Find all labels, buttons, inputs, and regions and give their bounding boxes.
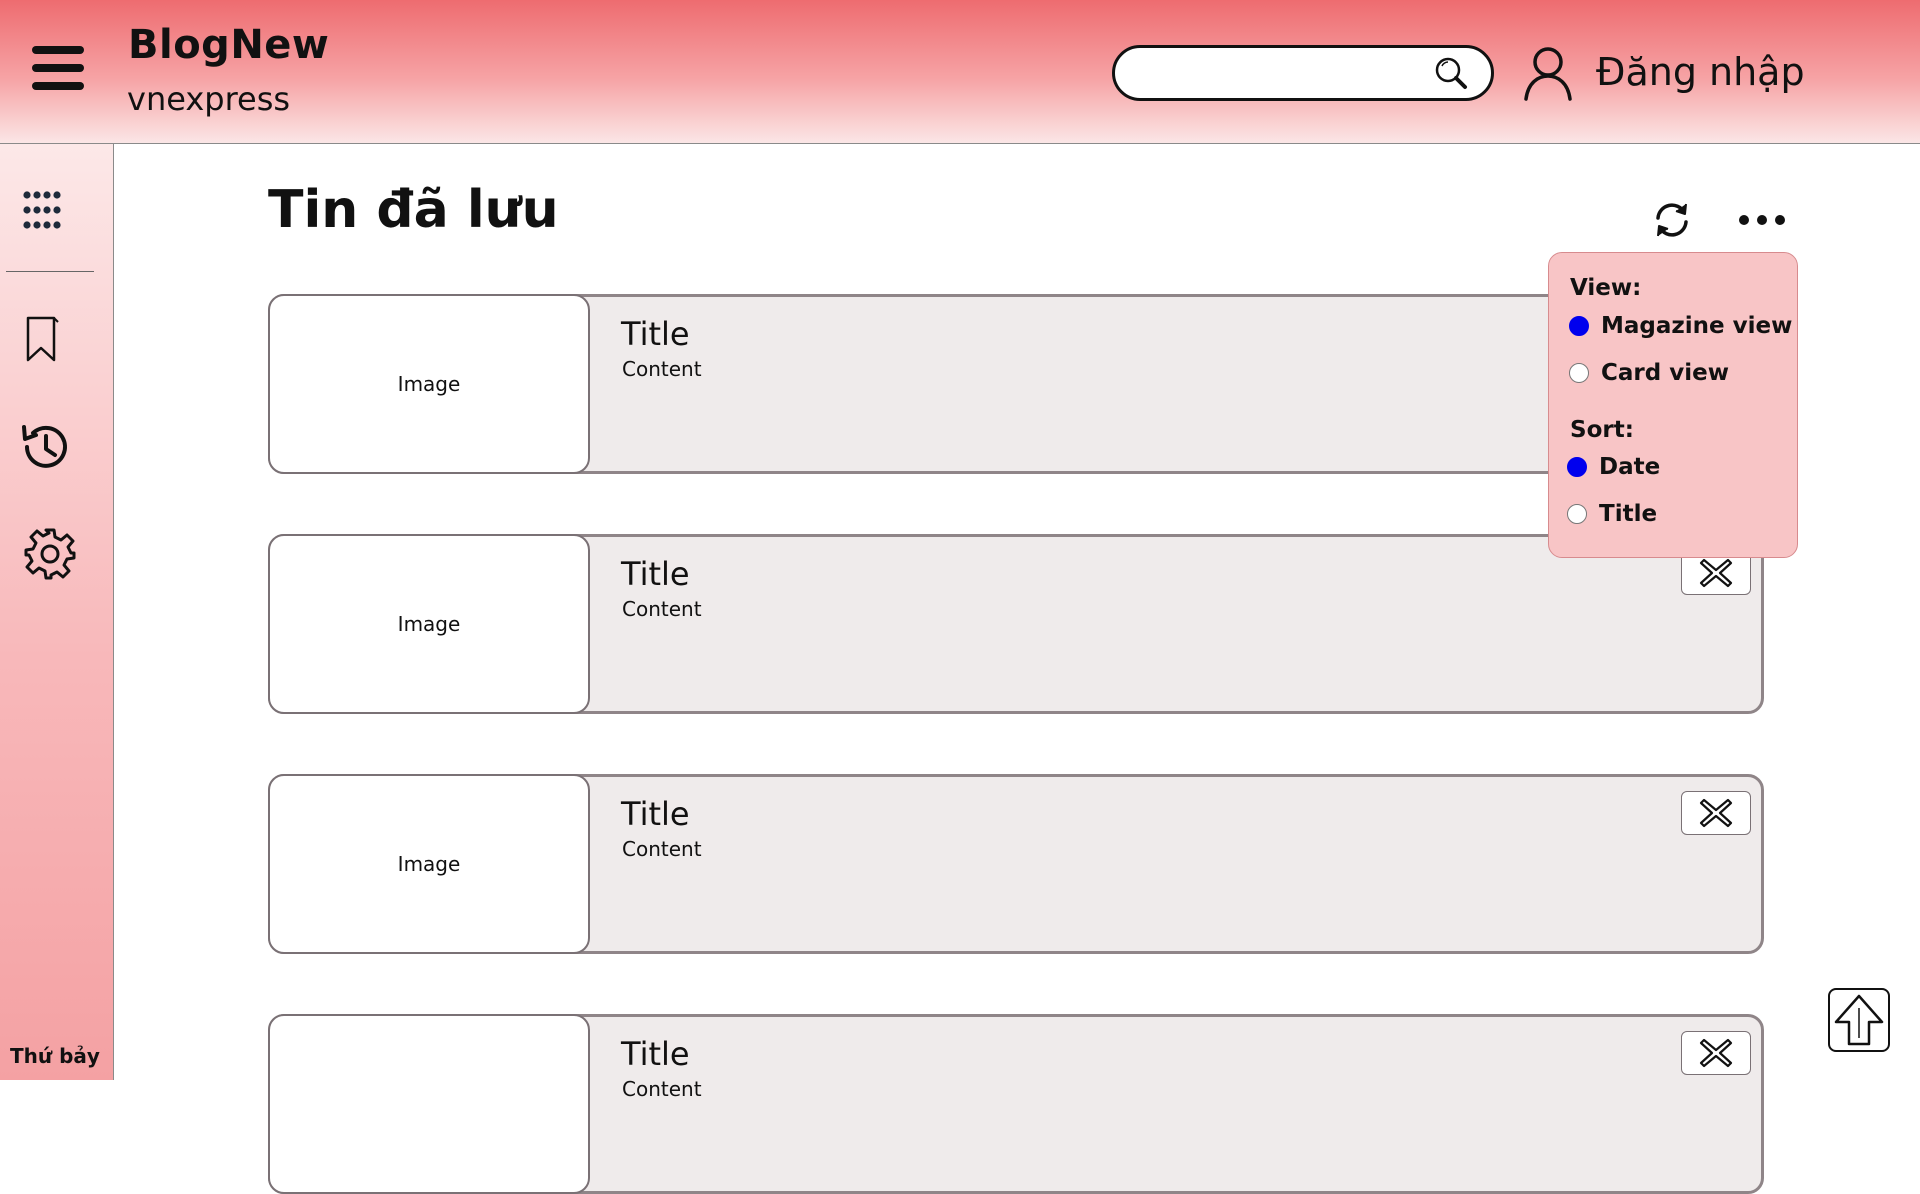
refresh-icon[interactable] xyxy=(1650,198,1694,242)
view-option-label: Card view xyxy=(1601,360,1729,386)
article-card[interactable]: Image Title Content xyxy=(268,294,1764,474)
hamburger-menu-icon[interactable] xyxy=(32,44,84,92)
sort-option-label: Title xyxy=(1599,501,1658,527)
sort-option-title[interactable]: Title xyxy=(1567,500,1657,528)
article-title[interactable]: Title xyxy=(621,1035,690,1073)
article-card[interactable]: Title Content xyxy=(268,1014,1764,1194)
history-icon[interactable] xyxy=(18,420,72,474)
close-x-icon xyxy=(1699,798,1733,828)
article-image-placeholder[interactable]: Image xyxy=(268,534,590,714)
article-card[interactable]: Image Title Content xyxy=(268,774,1764,954)
sidebar-divider xyxy=(6,271,94,272)
page-title: Tin đã lưu xyxy=(268,180,559,240)
arrow-up-icon xyxy=(1834,994,1884,1046)
radio-selected-icon[interactable] xyxy=(1567,457,1587,477)
sidebar xyxy=(0,144,114,1080)
close-x-icon xyxy=(1699,558,1733,588)
article-content: Content xyxy=(622,357,702,381)
radio-unselected-icon[interactable] xyxy=(1567,504,1587,524)
view-option-magazine[interactable]: Magazine view xyxy=(1569,312,1792,340)
sort-heading: Sort: xyxy=(1570,417,1634,443)
article-content: Content xyxy=(622,837,702,861)
article-image-placeholder[interactable] xyxy=(268,1014,590,1194)
sort-option-label: Date xyxy=(1599,454,1661,480)
article-title[interactable]: Title xyxy=(621,795,690,833)
day-label: Thứ bảy xyxy=(10,1044,100,1068)
brand-subtitle: vnexpress xyxy=(127,80,291,118)
view-sort-menu: View: Magazine view Card view Sort: Date… xyxy=(1548,252,1798,558)
remove-saved-button[interactable] xyxy=(1681,791,1751,835)
view-option-label: Magazine view xyxy=(1601,313,1793,339)
close-x-icon xyxy=(1699,1038,1733,1068)
radio-selected-icon[interactable] xyxy=(1569,316,1589,336)
remove-saved-button[interactable] xyxy=(1681,1031,1751,1075)
article-title[interactable]: Title xyxy=(621,555,690,593)
scroll-to-top-button[interactable] xyxy=(1828,988,1890,1052)
article-card[interactable]: Image Title Content xyxy=(268,534,1764,714)
article-content: Content xyxy=(622,597,702,621)
search-input[interactable] xyxy=(1133,56,1423,90)
article-image-placeholder[interactable]: Image xyxy=(268,774,590,954)
view-heading: View: xyxy=(1570,275,1642,301)
login-link[interactable]: Đăng nhập xyxy=(1596,50,1805,94)
more-options-icon[interactable] xyxy=(1738,210,1786,230)
bookmark-icon[interactable] xyxy=(24,314,62,364)
sort-option-date[interactable]: Date xyxy=(1567,453,1660,481)
search-icon[interactable] xyxy=(1431,54,1471,94)
settings-gear-icon[interactable] xyxy=(24,528,76,580)
user-icon[interactable] xyxy=(1522,45,1574,101)
top-header: BlogNew vnexpress Đăng nhập xyxy=(0,0,1920,144)
article-content: Content xyxy=(622,1077,702,1101)
view-option-card[interactable]: Card view xyxy=(1569,359,1729,387)
article-title[interactable]: Title xyxy=(621,315,690,353)
apps-grid-icon[interactable] xyxy=(22,190,62,230)
article-image-placeholder[interactable]: Image xyxy=(268,294,590,474)
search-box xyxy=(1112,45,1494,101)
radio-unselected-icon[interactable] xyxy=(1569,363,1589,383)
brand-title[interactable]: BlogNew xyxy=(128,22,329,68)
